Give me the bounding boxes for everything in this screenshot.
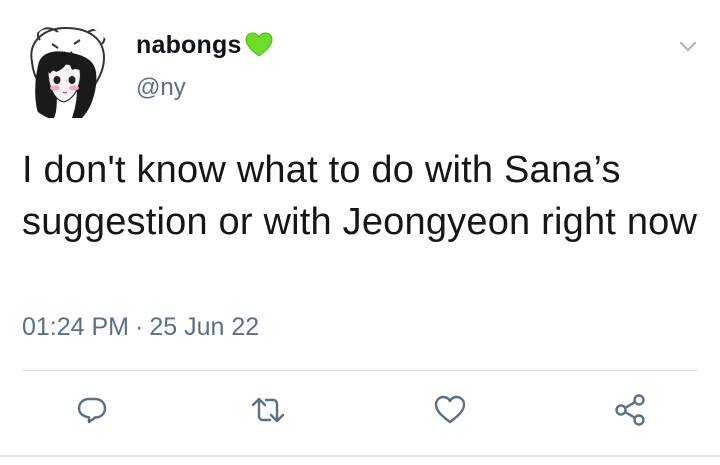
user-handle[interactable]: @ny xyxy=(136,74,273,102)
heart-icon xyxy=(434,395,466,424)
reply-icon xyxy=(77,397,107,424)
display-name[interactable]: nabongs xyxy=(136,31,242,60)
like-button[interactable] xyxy=(428,388,472,432)
share-icon xyxy=(615,394,645,426)
reply-button[interactable] xyxy=(70,388,114,432)
share-button[interactable] xyxy=(608,388,652,432)
tweet-time: 01:24 PM xyxy=(22,313,130,341)
tweet-timestamp[interactable]: 01:24 PM · 25 Jun 22 xyxy=(22,313,259,342)
chevron-down-icon[interactable] xyxy=(676,34,700,58)
green-heart-icon xyxy=(245,32,273,58)
divider xyxy=(22,370,698,371)
retweet-icon xyxy=(251,397,285,423)
avatar-image xyxy=(30,26,106,118)
tweet-date: 25 Jun 22 xyxy=(149,313,260,341)
action-bar xyxy=(0,388,720,432)
avatar[interactable] xyxy=(18,22,118,122)
tweet-text: I don't know what to do with Sana’s sugg… xyxy=(22,149,698,243)
tweet-card: nabongs @ny I don't know what to do with… xyxy=(0,0,720,465)
retweet-button[interactable] xyxy=(246,388,290,432)
meta-separator: · xyxy=(135,313,144,341)
bottom-divider xyxy=(0,455,720,457)
tweet-header: nabongs @ny xyxy=(136,30,273,102)
name-row: nabongs xyxy=(136,30,273,60)
